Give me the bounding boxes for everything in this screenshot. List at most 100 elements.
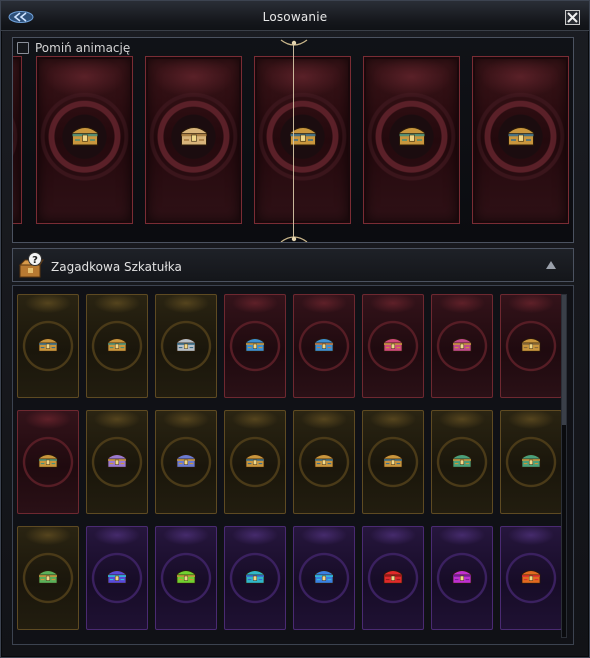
reward-chest [244, 451, 266, 473]
reward-grid-panel [12, 285, 574, 645]
reward-chest [382, 451, 404, 473]
chest-icon [176, 454, 196, 468]
reward-card[interactable] [224, 294, 286, 398]
chest-icon [38, 338, 58, 352]
reward-card[interactable] [17, 294, 79, 398]
reel-card [13, 56, 22, 224]
reward-card[interactable] [86, 526, 148, 630]
reward-chest [175, 567, 197, 589]
reward-card[interactable] [362, 526, 424, 630]
reel-chest [506, 122, 536, 152]
reward-card[interactable] [293, 410, 355, 514]
chest-icon [176, 338, 196, 352]
reward-card[interactable] [17, 410, 79, 514]
reward-chest [520, 335, 542, 357]
reward-card[interactable] [17, 526, 79, 630]
reward-card[interactable] [155, 294, 217, 398]
chest-icon [452, 454, 472, 468]
reward-chest [313, 567, 335, 589]
reward-card[interactable] [362, 294, 424, 398]
reward-chest [313, 335, 335, 357]
roulette-reel: Pomiń animację [12, 37, 574, 243]
reward-card[interactable] [431, 410, 493, 514]
reward-card[interactable] [155, 526, 217, 630]
reward-card[interactable] [224, 526, 286, 630]
reward-chest [175, 451, 197, 473]
reward-chest [313, 451, 335, 473]
reward-chest [106, 567, 128, 589]
reel-chest [288, 122, 318, 152]
bottom-marker-ornament [280, 236, 308, 242]
reward-card[interactable] [500, 294, 562, 398]
reward-chest [37, 335, 59, 357]
reel-card [145, 56, 242, 224]
chest-icon [245, 454, 265, 468]
reward-chest [382, 567, 404, 589]
mystery-box-icon: ? [18, 252, 44, 278]
reward-chest [244, 335, 266, 357]
reward-chest [37, 451, 59, 473]
chest-icon [452, 570, 472, 584]
reward-card[interactable] [500, 410, 562, 514]
chest-icon [38, 570, 58, 584]
scrollbar-thumb[interactable] [562, 295, 566, 425]
reward-chest [451, 451, 473, 473]
reward-chest [37, 567, 59, 589]
reel-chest [397, 122, 427, 152]
reel-chest [179, 122, 209, 152]
top-marker-ornament [280, 39, 308, 46]
chest-icon [176, 570, 196, 584]
reward-grid [17, 294, 562, 630]
reward-card[interactable] [293, 526, 355, 630]
reel-card [363, 56, 460, 224]
reward-card[interactable] [293, 294, 355, 398]
close-x-icon [567, 12, 578, 23]
chest-icon [314, 454, 334, 468]
chest-icon [71, 126, 98, 146]
title-bar[interactable]: Losowanie [1, 1, 589, 31]
reward-card[interactable] [86, 294, 148, 398]
chest-icon [383, 454, 403, 468]
reward-card[interactable] [500, 526, 562, 630]
skip-animation-row[interactable]: Pomiń animację [17, 41, 130, 55]
chest-icon [289, 126, 316, 146]
skip-animation-checkbox[interactable] [17, 42, 29, 54]
reel-chest [70, 122, 100, 152]
chest-icon [245, 338, 265, 352]
reward-chest [451, 335, 473, 357]
reward-chest [451, 567, 473, 589]
reward-chest [520, 451, 542, 473]
chest-icon [314, 570, 334, 584]
reel-card [36, 56, 133, 224]
reward-card[interactable] [224, 410, 286, 514]
chest-icon [383, 338, 403, 352]
reward-chest [106, 335, 128, 357]
section-title: Zagadkowa Szkatułka [51, 260, 182, 274]
chest-icon [521, 338, 541, 352]
item-section-header[interactable]: ? Zagadkowa Szkatułka [12, 248, 574, 282]
chest-icon [180, 126, 207, 146]
chest-icon [521, 454, 541, 468]
chest-icon [452, 338, 472, 352]
selection-marker-line [293, 44, 294, 240]
collapse-arrow-icon[interactable] [545, 260, 557, 270]
reward-chest [244, 567, 266, 589]
chest-icon [38, 454, 58, 468]
window-title: Losowanie [262, 10, 328, 24]
reward-chest [382, 335, 404, 357]
chest-icon [398, 126, 425, 146]
reel-card [254, 56, 351, 224]
reward-chest [106, 451, 128, 473]
skip-animation-label[interactable]: Pomiń animację [35, 41, 130, 55]
reward-card[interactable] [362, 410, 424, 514]
reward-card[interactable] [431, 294, 493, 398]
chest-icon [107, 454, 127, 468]
reward-chest [520, 567, 542, 589]
reward-card[interactable] [155, 410, 217, 514]
reward-card[interactable] [431, 526, 493, 630]
reward-card[interactable] [86, 410, 148, 514]
close-button[interactable] [565, 10, 580, 25]
chest-icon [383, 570, 403, 584]
grid-scrollbar[interactable] [561, 294, 567, 638]
reward-chest [175, 335, 197, 357]
